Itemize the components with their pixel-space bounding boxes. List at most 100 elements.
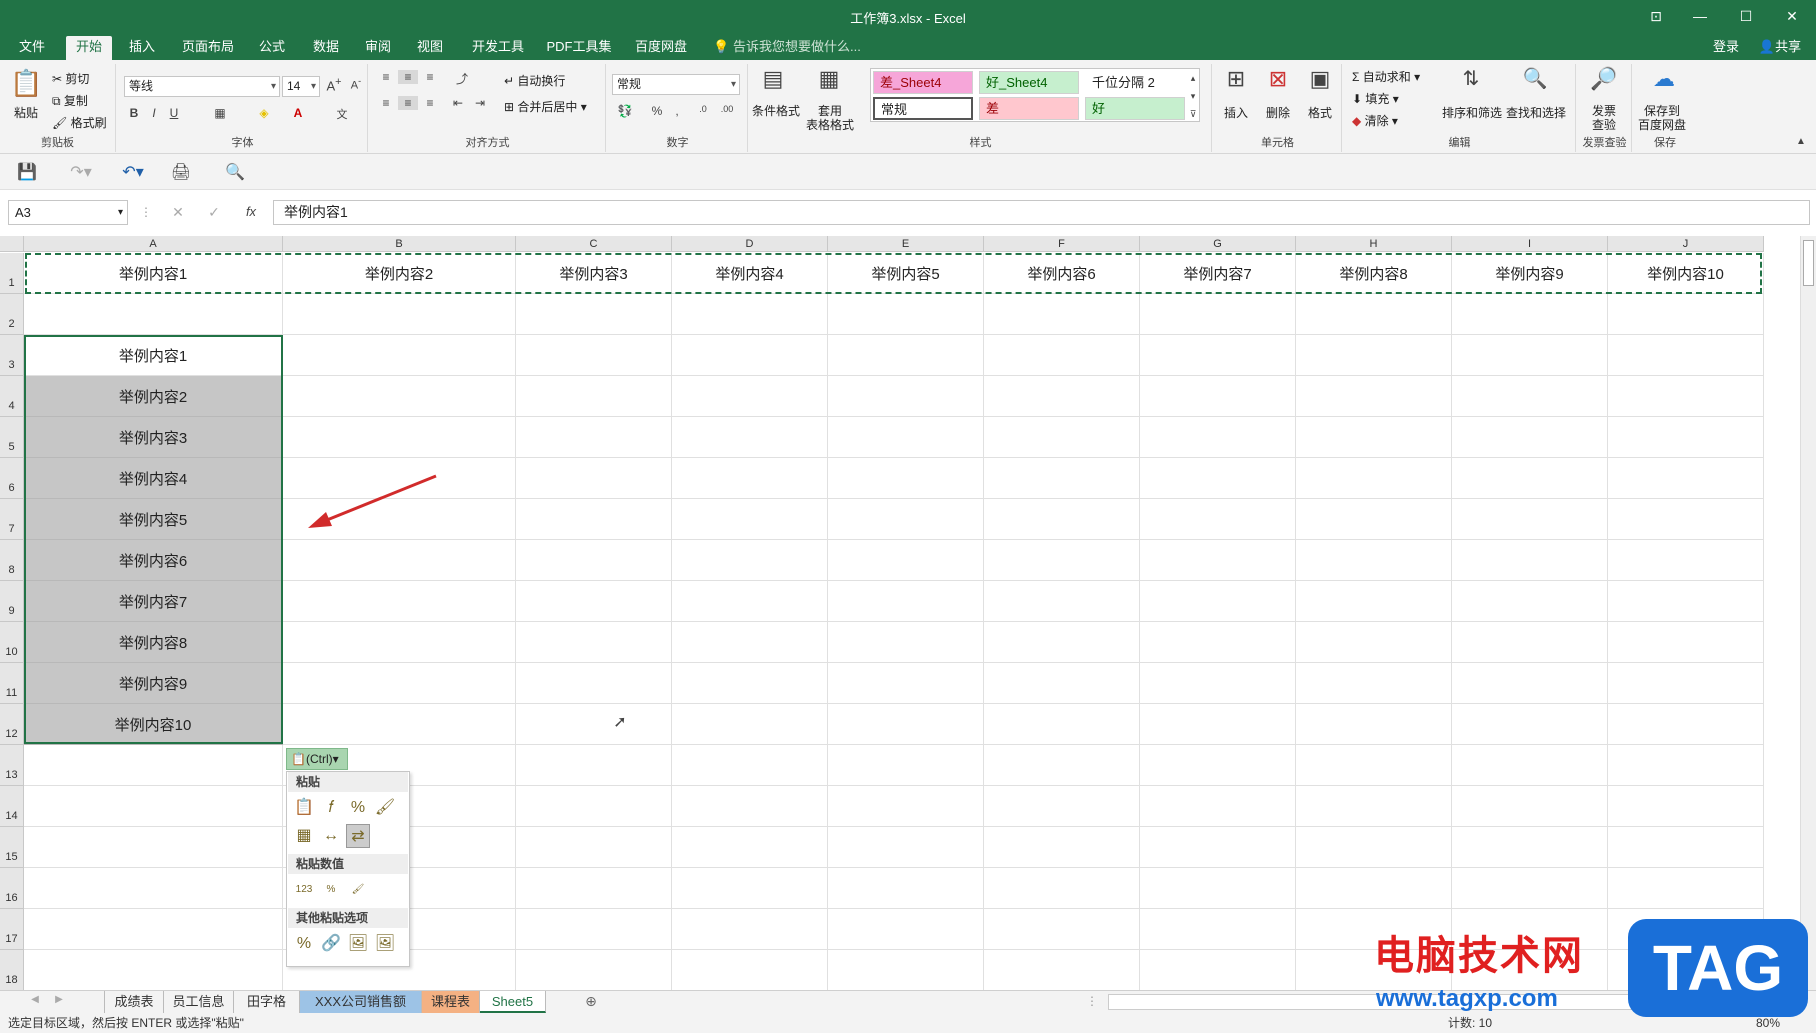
- invoice-check-icon[interactable]: 🔎: [1588, 66, 1620, 92]
- cell-empty[interactable]: [672, 417, 828, 458]
- tab-view[interactable]: 视图: [410, 36, 450, 60]
- cell-empty[interactable]: [828, 786, 984, 827]
- login-link[interactable]: 登录: [1706, 36, 1746, 60]
- column-header[interactable]: F: [984, 236, 1140, 252]
- clear-button[interactable]: ◆ 清除 ▾: [1352, 112, 1398, 129]
- column-header[interactable]: E: [828, 236, 984, 252]
- cell-empty[interactable]: [1608, 540, 1764, 581]
- column-header[interactable]: C: [516, 236, 672, 252]
- cell-empty[interactable]: [1296, 540, 1452, 581]
- cell-empty[interactable]: [1608, 868, 1764, 909]
- invoice-check-label-2[interactable]: 查验: [1592, 116, 1616, 133]
- cell-empty[interactable]: [1452, 417, 1608, 458]
- style-normal[interactable]: 常规: [873, 97, 973, 120]
- sort-filter-button[interactable]: 排序和筛选: [1442, 104, 1502, 121]
- cell-empty[interactable]: [1140, 786, 1296, 827]
- paste-link-icon[interactable]: 🔗: [319, 932, 343, 956]
- column-header[interactable]: I: [1452, 236, 1608, 252]
- sheet-tab[interactable]: 田字格: [234, 991, 300, 1013]
- cell-empty[interactable]: [283, 540, 516, 581]
- increase-decimal-icon[interactable]: .0: [692, 104, 714, 114]
- print-preview-icon[interactable]: 🖨: [170, 162, 192, 182]
- gallery-more-icon[interactable]: ▴ ▾ ⊽: [1187, 69, 1199, 123]
- cell-empty[interactable]: [1452, 745, 1608, 786]
- cell-empty[interactable]: [24, 950, 283, 990]
- cell-empty[interactable]: [1296, 581, 1452, 622]
- cell-empty[interactable]: [984, 622, 1140, 663]
- prev-sheet-icon[interactable]: ◀: [28, 994, 42, 1005]
- save-to-label-2[interactable]: 百度网盘: [1638, 116, 1686, 133]
- cell-empty[interactable]: [1608, 704, 1764, 745]
- cell-empty[interactable]: [672, 827, 828, 868]
- row-header[interactable]: 18: [0, 950, 24, 990]
- cell-empty[interactable]: [1452, 622, 1608, 663]
- cell-empty[interactable]: [828, 540, 984, 581]
- cell-empty[interactable]: [1452, 581, 1608, 622]
- cell-empty[interactable]: [828, 663, 984, 704]
- cell-empty[interactable]: [1296, 704, 1452, 745]
- cell-empty[interactable]: [516, 540, 672, 581]
- cell-empty[interactable]: [1452, 868, 1608, 909]
- bold-button[interactable]: B: [126, 106, 142, 120]
- cell-empty[interactable]: [984, 950, 1140, 990]
- style-good[interactable]: 好: [1085, 97, 1185, 120]
- select-all-corner[interactable]: [0, 236, 24, 252]
- restore-button[interactable]: ☐: [1726, 4, 1766, 28]
- italic-button[interactable]: I: [146, 106, 162, 120]
- paste-no-borders-icon[interactable]: ▦: [292, 824, 316, 848]
- minimize-button[interactable]: —: [1680, 4, 1720, 28]
- cell-empty[interactable]: [1296, 868, 1452, 909]
- cell-empty[interactable]: [1140, 663, 1296, 704]
- redo-icon[interactable]: ↷▾: [66, 162, 96, 182]
- cell-empty[interactable]: [672, 499, 828, 540]
- cell-empty[interactable]: [828, 622, 984, 663]
- column-header[interactable]: A: [24, 236, 283, 252]
- font-name-select[interactable]: 等线: [124, 76, 280, 97]
- cell-empty[interactable]: [516, 909, 672, 950]
- cell-empty[interactable]: [984, 417, 1140, 458]
- cell-empty[interactable]: [1140, 868, 1296, 909]
- cell-empty[interactable]: [516, 294, 672, 335]
- grow-font-icon[interactable]: A+: [324, 76, 344, 93]
- cell-empty[interactable]: [984, 540, 1140, 581]
- paste-values-number-format-icon[interactable]: %: [319, 878, 343, 902]
- cell-empty[interactable]: [1140, 909, 1296, 950]
- column-header[interactable]: D: [672, 236, 828, 252]
- align-bottom-icon[interactable]: ≡: [420, 70, 440, 84]
- sort-filter-icon[interactable]: ⇅: [1456, 66, 1486, 91]
- column-header[interactable]: G: [1140, 236, 1296, 252]
- cell-empty[interactable]: [672, 663, 828, 704]
- comma-style-icon[interactable]: ,: [670, 104, 684, 118]
- cell-empty[interactable]: [1140, 745, 1296, 786]
- cell-empty[interactable]: [828, 376, 984, 417]
- align-left-icon[interactable]: ≡: [376, 96, 396, 110]
- cell-empty[interactable]: [672, 868, 828, 909]
- percent-icon[interactable]: %: [648, 104, 666, 118]
- cell-empty[interactable]: [516, 417, 672, 458]
- cell-empty[interactable]: [828, 827, 984, 868]
- underline-button[interactable]: U: [166, 106, 182, 120]
- cell-empty[interactable]: [283, 376, 516, 417]
- cell-empty[interactable]: [828, 335, 984, 376]
- paste-icon[interactable]: 📋: [292, 796, 316, 820]
- cell-empty[interactable]: [984, 663, 1140, 704]
- cell-empty[interactable]: [1608, 786, 1764, 827]
- cell-empty[interactable]: [1608, 376, 1764, 417]
- cell-empty[interactable]: [984, 335, 1140, 376]
- cell-empty[interactable]: [828, 581, 984, 622]
- name-box[interactable]: A3 ▾: [8, 200, 128, 225]
- cell-empty[interactable]: [828, 704, 984, 745]
- cell-empty[interactable]: [1140, 827, 1296, 868]
- cell-empty[interactable]: [672, 581, 828, 622]
- cell-empty[interactable]: [828, 745, 984, 786]
- paste-icon[interactable]: 📋: [10, 68, 42, 99]
- tab-review[interactable]: 审阅: [358, 36, 398, 60]
- cell-empty[interactable]: [24, 745, 283, 786]
- conditional-format-icon[interactable]: ▤: [756, 66, 790, 92]
- format-cells-button[interactable]: 格式: [1308, 104, 1332, 121]
- row-header[interactable]: 8: [0, 540, 24, 581]
- align-center-icon[interactable]: ≡: [398, 96, 418, 110]
- decrease-decimal-icon[interactable]: .00: [716, 104, 738, 114]
- cell-empty[interactable]: [1296, 417, 1452, 458]
- cell-empty[interactable]: [516, 745, 672, 786]
